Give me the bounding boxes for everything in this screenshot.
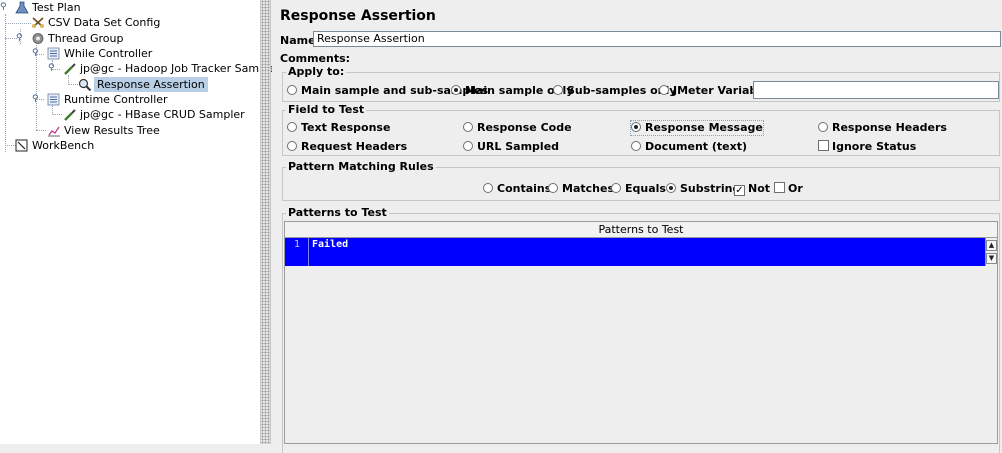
tree-item-label: Response Assertion [94, 77, 208, 92]
radio-icon [553, 85, 563, 95]
radio-response-message[interactable]: Response Message [630, 120, 764, 136]
radio-contains[interactable]: Contains [483, 182, 551, 196]
apply-to-title: Apply to: [286, 65, 347, 79]
page-title: Response Assertion [280, 8, 436, 24]
field-to-test-title: Field to Test [286, 103, 367, 117]
row-number: 1 [285, 238, 309, 266]
checkbox-icon [774, 182, 785, 193]
pattern-matching-rules-group: Pattern Matching Rules Contains Matches … [282, 160, 1000, 201]
jmeter-variable-input[interactable] [753, 81, 999, 99]
radio-icon [483, 183, 493, 193]
radio-icon [611, 183, 621, 193]
radio-icon [659, 85, 669, 95]
apply-to-group: Apply to: Main sample and sub-samples Ma… [282, 65, 1000, 102]
patterns-table[interactable]: Patterns to Test 1 Failed ▲ ▼ [284, 221, 998, 444]
field-to-test-group: Field to Test Text Response Response Cod… [282, 103, 1000, 156]
tree-item-label: Runtime Controller [64, 93, 168, 106]
magnifier-icon [78, 78, 92, 91]
radio-selected-icon [666, 183, 676, 193]
workbench-icon [15, 139, 28, 152]
chart-icon [48, 126, 60, 137]
patterns-to-test-title: Patterns to Test [286, 206, 389, 220]
response-assertion-panel: Response Assertion Name: Response Assert… [272, 0, 1002, 453]
radio-selected-icon [451, 85, 461, 95]
radio-url-sampled[interactable]: URL Sampled [463, 140, 559, 154]
scroll-up-icon[interactable]: ▲ [986, 240, 997, 251]
pipette-icon [64, 63, 76, 75]
controller-icon [47, 47, 60, 60]
checkmark-icon: ✓ [734, 185, 745, 196]
pattern-matching-rules-title: Pattern Matching Rules [286, 160, 436, 174]
comments-label: Comments: [280, 52, 351, 65]
tree-item-label: While Controller [64, 47, 153, 60]
scroll-down-icon[interactable]: ▼ [986, 253, 997, 264]
flask-icon [15, 1, 29, 14]
radio-response-headers[interactable]: Response Headers [818, 121, 947, 135]
tree-item-label: Thread Group [48, 32, 124, 45]
expand-toggle-icon[interactable]: ⚲ [0, 0, 7, 15]
or-checkbox[interactable]: Or [774, 182, 803, 196]
pipette-icon [64, 109, 76, 121]
radio-icon [818, 122, 828, 132]
not-checkbox[interactable]: ✓ Not [734, 182, 770, 196]
tree-item-label: jp@gc - Hadoop Job Tracker Sampler [80, 62, 281, 75]
patterns-column-header[interactable]: Patterns to Test [285, 222, 997, 238]
radio-response-code[interactable]: Response Code [463, 121, 572, 135]
radio-icon [287, 122, 297, 132]
expand-toggle-icon[interactable]: ⚲ [48, 61, 55, 76]
expand-toggle-icon[interactable]: ⚲ [32, 92, 39, 107]
split-pane-divider[interactable] [260, 0, 271, 444]
checkbox-icon [818, 140, 829, 151]
radio-equals[interactable]: Equals [611, 182, 666, 196]
radio-icon [287, 141, 297, 151]
radio-text-response[interactable]: Text Response [287, 121, 390, 135]
scissors-icon [32, 17, 44, 28]
tree-item-label: Test Plan [32, 1, 81, 14]
name-field[interactable]: Response Assertion [313, 31, 1001, 47]
radio-substring[interactable]: Substring [666, 182, 740, 196]
radio-icon [463, 141, 473, 151]
radio-icon [463, 122, 473, 132]
tree-item-label: jp@gc - HBase CRUD Sampler [80, 108, 245, 121]
expand-toggle-icon[interactable]: ⚲ [32, 46, 39, 61]
gear-icon [32, 33, 44, 44]
radio-icon [631, 141, 641, 151]
tree-item-label: WorkBench [32, 139, 95, 152]
expand-toggle-icon[interactable]: ⚲ [16, 31, 23, 46]
test-plan-tree[interactable]: ⚲ Test Plan CSV Data Set Config ⚲ Thread… [0, 0, 280, 444]
radio-icon [548, 183, 558, 193]
pattern-cell[interactable]: Failed [312, 238, 348, 252]
ignore-status-checkbox[interactable]: Ignore Status [818, 140, 916, 154]
radio-sub-samples-only[interactable]: Sub-samples only [553, 84, 676, 98]
radio-document-text[interactable]: Document (text) [631, 140, 747, 154]
radio-icon [287, 85, 297, 95]
controller-icon [47, 93, 60, 106]
radio-selected-icon [631, 122, 641, 132]
pattern-scrollbar[interactable]: ▲ ▼ [985, 238, 997, 266]
table-row[interactable]: 1 Failed [285, 238, 997, 266]
tree-item-label: View Results Tree [64, 124, 160, 137]
radio-matches[interactable]: Matches [548, 182, 614, 196]
radio-request-headers[interactable]: Request Headers [287, 140, 407, 154]
tree-item-label: CSV Data Set Config [48, 16, 161, 29]
